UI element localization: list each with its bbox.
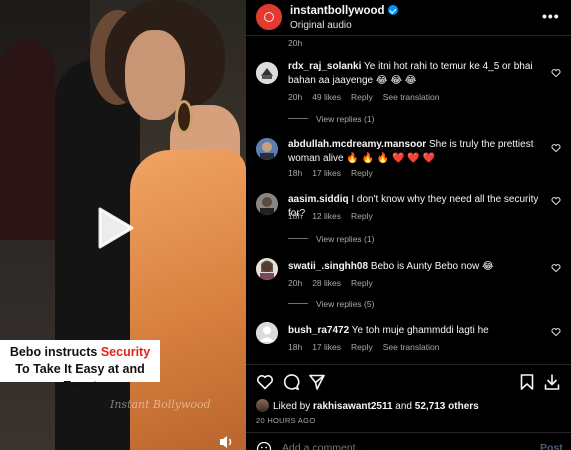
video-caption: Bebo instructs Security To Take It Easy … [0, 340, 160, 393]
video-earring [175, 100, 193, 134]
play-button[interactable] [95, 205, 137, 251]
author-username[interactable]: instantbollywood [290, 5, 398, 17]
add-comment-input[interactable] [282, 442, 522, 450]
emoji-icon[interactable] [256, 441, 272, 450]
comment-body: swatii_.singhh08 Bebo is Aunty Bebo now … [288, 260, 543, 274]
avatar-image [256, 62, 278, 84]
avatar-image [256, 138, 278, 160]
post-actions-bar [246, 364, 571, 398]
author-avatar[interactable] [256, 4, 282, 30]
heart-icon[interactable] [551, 263, 561, 273]
commenter-avatar[interactable] [256, 322, 278, 344]
comment-username[interactable]: abdullah.mcdreamy.mansoor [288, 139, 426, 150]
comment-username[interactable]: rdx_raj_solanki [288, 61, 361, 72]
video-watermark: Instant Bollywood [110, 398, 211, 411]
post-header: instantbollywood Original audio ••• [246, 0, 571, 36]
more-options-button[interactable]: ••• [542, 8, 560, 24]
like-icon[interactable] [256, 373, 274, 391]
mute-button[interactable] [218, 434, 236, 450]
comment-meta: 20h 28 likes Reply [288, 278, 383, 288]
heart-icon[interactable] [551, 68, 561, 78]
comment-username[interactable]: swatii_.singhh08 [288, 261, 368, 272]
comment-text: Bebo is Aunty Bebo now 😂 [370, 261, 494, 272]
comment-body: bush_ra7472 Ye toh muje ghammddi lagti h… [288, 324, 543, 338]
commenter-avatar[interactable] [256, 258, 278, 280]
play-icon [98, 207, 134, 249]
replies-line [288, 118, 308, 119]
comment-username[interactable]: bush_ra7472 [288, 325, 349, 336]
avatar-image [256, 258, 278, 280]
comment-meta: 20h 49 likes Reply See translation [288, 92, 449, 102]
see-translation-button[interactable]: See translation [383, 342, 440, 352]
comment-text: Ye toh muje ghammddi lagti he [351, 325, 489, 336]
view-replies-label[interactable]: View replies (5) [316, 299, 374, 309]
likes-prefix: Liked by [273, 401, 314, 412]
author-username-text[interactable]: instantbollywood [290, 5, 385, 17]
share-icon[interactable] [308, 373, 326, 391]
verified-icon [387, 5, 398, 15]
comment-time: 20h [288, 92, 303, 102]
heart-icon[interactable] [551, 143, 561, 153]
speaker-icon [220, 436, 232, 448]
comment-meta: 18h 12 likes Reply [288, 211, 383, 221]
commenter-avatar[interactable] [256, 138, 278, 160]
comment-body: abdullah.mcdreamy.mansoor She is truly t… [288, 138, 543, 166]
caption-text-1: Bebo instructs [9, 345, 101, 359]
reply-button[interactable]: Reply [351, 211, 373, 221]
replies-line [288, 238, 308, 239]
reply-button[interactable]: Reply [351, 342, 373, 352]
commenter-avatar[interactable] [256, 62, 278, 84]
audio-label[interactable]: Original audio [290, 20, 352, 31]
comment-meta: 18h 17 likes Reply See translation [288, 342, 449, 352]
comment-likes[interactable]: 17 likes [312, 168, 341, 178]
post-timestamp[interactable]: 20 HOURS AGO [256, 416, 315, 425]
likes-count[interactable]: 52,713 others [415, 401, 479, 412]
view-replies-label[interactable]: View replies (1) [316, 114, 374, 124]
view-replies-button[interactable]: View replies (1) [288, 114, 374, 124]
heart-icon[interactable] [551, 196, 561, 206]
avatar-image [256, 322, 278, 344]
reply-button[interactable]: Reply [351, 278, 373, 288]
comments-panel: instantbollywood Original audio ••• 20h … [246, 0, 571, 450]
see-translation-button[interactable]: See translation [383, 92, 440, 102]
comment-body: rdx_raj_solanki Ye itni hot rahi to temu… [288, 60, 543, 88]
download-icon[interactable] [543, 373, 561, 391]
comment-likes[interactable]: 49 likes [312, 92, 341, 102]
avatar-image [256, 193, 278, 215]
bookmark-icon[interactable] [518, 373, 536, 391]
commenter-avatar[interactable] [256, 193, 278, 215]
likes-summary: Liked by rakhisawant2511 and 52,713 othe… [273, 401, 479, 412]
replies-line [288, 303, 308, 304]
comment-icon[interactable] [282, 373, 300, 391]
comment-time: 18h [288, 168, 303, 178]
liker-avatar[interactable] [256, 399, 269, 412]
caption-highlight: Security [100, 345, 151, 359]
video-player[interactable]: Bebo instructs Security To Take It Easy … [0, 0, 246, 450]
view-replies-button[interactable]: View replies (1) [288, 234, 374, 244]
comment-time: 18h [288, 211, 303, 221]
heart-icon[interactable] [551, 327, 561, 337]
comment-time: 18h [288, 342, 303, 352]
comment-likes[interactable]: 17 likes [312, 342, 341, 352]
post-comment-button[interactable]: Post [540, 442, 563, 450]
liker-username[interactable]: rakhisawant2511 [313, 401, 393, 412]
comment-likes[interactable]: 12 likes [312, 211, 341, 221]
comment-meta: 18h 17 likes Reply [288, 168, 383, 178]
comment-likes[interactable]: 28 likes [312, 278, 341, 288]
prev-comment-time: 20h [288, 38, 303, 48]
reply-button[interactable]: Reply [351, 168, 373, 178]
view-replies-label[interactable]: View replies (1) [316, 234, 374, 244]
comment-time: 20h [288, 278, 303, 288]
comment-username[interactable]: aasim.siddiq [288, 194, 349, 205]
video-person-left [0, 40, 55, 240]
reply-button[interactable]: Reply [351, 92, 373, 102]
view-replies-button[interactable]: View replies (5) [288, 299, 374, 309]
likes-middle: and [392, 401, 415, 412]
